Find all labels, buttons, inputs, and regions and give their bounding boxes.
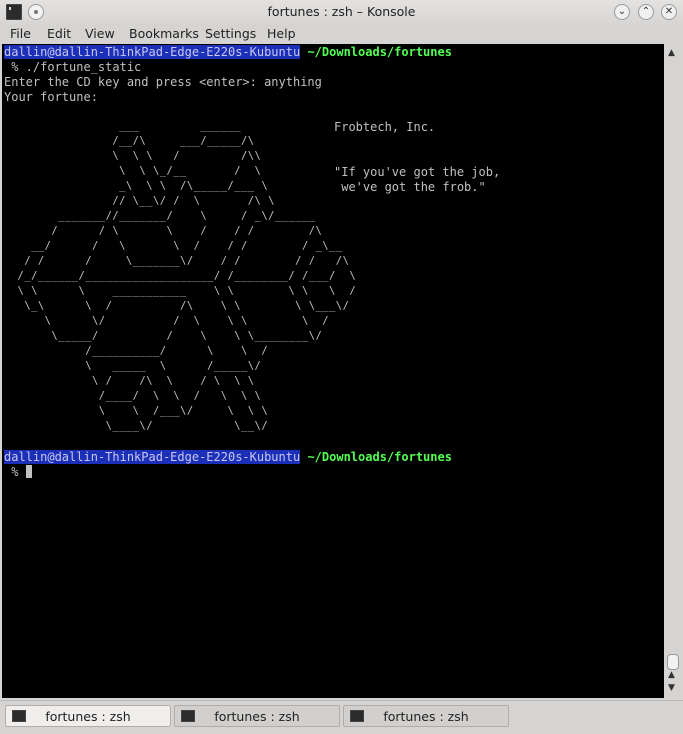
prompt-symbol: %: [4, 465, 26, 479]
scroll-down-icon[interactable]: ▼: [668, 683, 675, 693]
menu-settings[interactable]: Settings: [205, 26, 256, 41]
scrollbar-thumb[interactable]: [667, 654, 679, 670]
close-icon: ✕: [664, 6, 674, 17]
tab-label: fortunes : zsh: [383, 709, 469, 724]
scroll-up-icon[interactable]: ▲: [668, 670, 675, 680]
company-name: Frobtech, Inc.: [334, 120, 436, 134]
tab-label: fortunes : zsh: [214, 709, 300, 724]
tab-session-1[interactable]: fortunes : zsh: [5, 705, 171, 727]
tab-bar: fortunes : zsh fortunes : zsh fortunes :…: [0, 700, 683, 734]
command-line: % ./fortune_static: [4, 60, 142, 74]
menu-edit[interactable]: Edit: [47, 26, 71, 41]
tab-session-3[interactable]: fortunes : zsh: [343, 705, 509, 727]
minimize-button[interactable]: ⌄: [614, 4, 630, 20]
close-button[interactable]: ✕: [661, 4, 677, 20]
prompt-user-host: dallin@dallin-ThinkPad-Edge-E220s-Kubunt…: [4, 45, 301, 59]
ascii-art-logo: ___ ______ /__/\ ___/_____/\ \ \ \ / /\\…: [17, 120, 357, 432]
chevron-up-icon: ⌃: [641, 6, 651, 17]
prompt-path: ~/Downloads/fortunes: [300, 450, 452, 464]
chevron-down-icon: ⌄: [617, 6, 627, 17]
terminal-area[interactable]: dallin@dallin-ThinkPad-Edge-E220s-Kubunt…: [2, 44, 664, 698]
window-titlebar[interactable]: fortunes : zsh – Konsole ⌄ ⌃ ✕: [0, 0, 683, 24]
tab-label: fortunes : zsh: [45, 709, 131, 724]
menu-view[interactable]: View: [85, 26, 115, 41]
window-title: fortunes : zsh – Konsole: [267, 4, 416, 19]
active-prompt[interactable]: %: [4, 465, 32, 480]
scroll-up-icon[interactable]: ▲: [668, 48, 675, 58]
menu-bookmarks[interactable]: Bookmarks: [129, 26, 199, 41]
output-cdkey: Enter the CD key and press <enter>: anyt…: [4, 75, 322, 89]
menu-file[interactable]: File: [10, 26, 31, 41]
prompt-line: dallin@dallin-ThinkPad-Edge-E220s-Kubunt…: [4, 45, 452, 60]
maximize-button[interactable]: ⌃: [638, 4, 654, 20]
tab-session-2[interactable]: fortunes : zsh: [174, 705, 340, 727]
vertical-scrollbar[interactable]: ▲ ▲ ▼: [665, 44, 681, 698]
quote-line-2: we've got the frob.": [334, 180, 486, 194]
text-cursor: [25, 465, 32, 478]
menu-bar: File Edit View Bookmarks Settings Help: [0, 24, 683, 44]
prompt-user-host: dallin@dallin-ThinkPad-Edge-E220s-Kubunt…: [4, 450, 301, 464]
output-fortune-label: Your fortune:: [4, 90, 98, 104]
menu-help[interactable]: Help: [267, 26, 296, 41]
quote-line-1: "If you've got the job,: [334, 165, 501, 179]
prompt-line: dallin@dallin-ThinkPad-Edge-E220s-Kubunt…: [4, 450, 452, 465]
prompt-path: ~/Downloads/fortunes: [300, 45, 452, 59]
